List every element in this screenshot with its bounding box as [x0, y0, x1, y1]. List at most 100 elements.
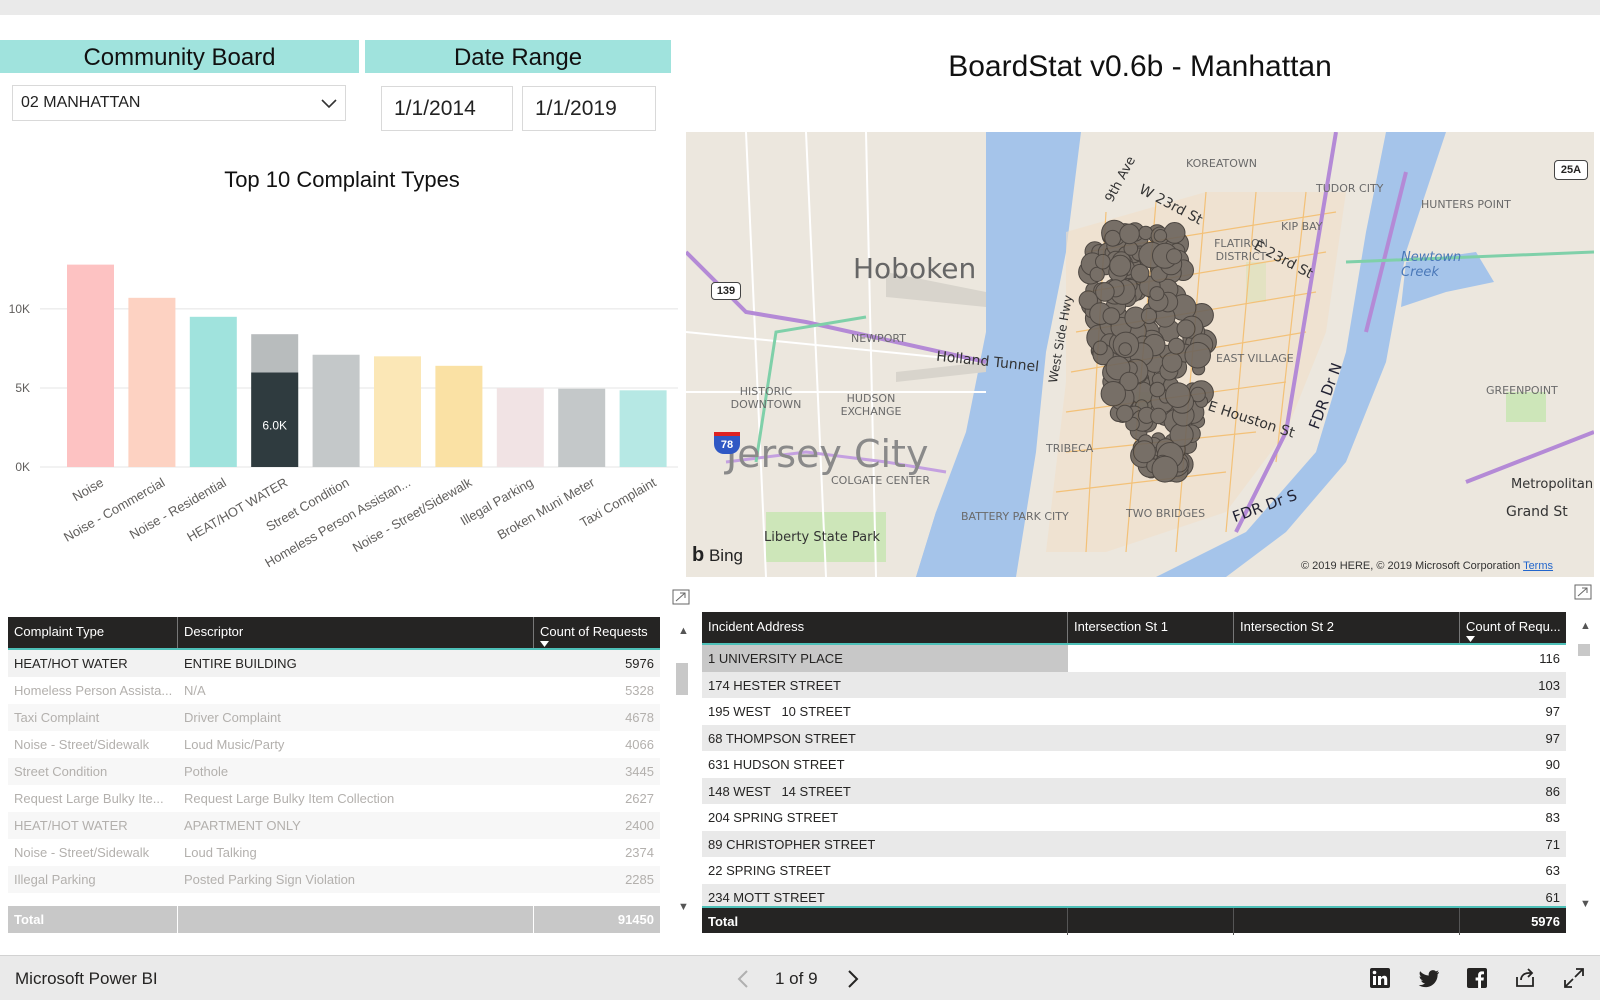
- table-row[interactable]: 89 CHRISTOPHER STREET 71: [702, 830, 1566, 858]
- right-table-scrollbar[interactable]: ▲ ▼: [1578, 620, 1591, 912]
- cell-count: 103: [1538, 677, 1560, 693]
- table-row[interactable]: Request Large Bulky Ite... Request Large …: [8, 785, 660, 812]
- scroll-thumb[interactable]: [676, 663, 688, 695]
- map-label-hudson-exchange: HUDSON EXCHANGE: [840, 392, 902, 418]
- map-bubble[interactable]: [1100, 381, 1126, 407]
- bar[interactable]: [496, 387, 544, 467]
- column-header-intersection-1[interactable]: Intersection St 1: [1068, 612, 1234, 643]
- table-row[interactable]: 174 HESTER STREET 103: [702, 671, 1566, 699]
- next-page-icon[interactable]: [846, 969, 860, 989]
- date-end-input[interactable]: 1/1/2019: [522, 86, 656, 131]
- bar[interactable]: [189, 316, 237, 467]
- map-bubble[interactable]: [1116, 404, 1134, 423]
- map-bubble[interactable]: [1151, 455, 1179, 483]
- community-board-dropdown[interactable]: 02 MANHATTAN: [12, 85, 346, 121]
- focus-mode-icon[interactable]: [672, 589, 690, 605]
- column-header-count[interactable]: Count of Requests: [534, 617, 660, 648]
- map-bubble[interactable]: [1132, 440, 1156, 464]
- cell-count: 2400: [625, 818, 654, 833]
- scroll-thumb[interactable]: [1578, 644, 1590, 656]
- map-bubble[interactable]: [1118, 342, 1133, 356]
- bar[interactable]: [67, 264, 114, 467]
- map-bubble[interactable]: [1184, 341, 1212, 369]
- map-bubble[interactable]: [1095, 282, 1115, 302]
- map-bubble[interactable]: [1165, 382, 1191, 409]
- table-row[interactable]: 631 HUDSON STREET 90: [702, 751, 1566, 778]
- share-icon[interactable]: [1514, 967, 1536, 989]
- bar[interactable]: [619, 390, 667, 467]
- facebook-icon[interactable]: [1466, 967, 1488, 989]
- map-bubble[interactable]: [1153, 229, 1168, 243]
- left-table-scrollbar[interactable]: ▲ ▼: [676, 625, 689, 915]
- table-row[interactable]: HEAT/HOT WATER ENTIRE BUILDING 5976: [8, 650, 660, 677]
- power-bi-brand[interactable]: Microsoft Power BI: [15, 969, 158, 989]
- map-bubble[interactable]: [1095, 253, 1111, 270]
- fullscreen-icon[interactable]: [1563, 967, 1585, 989]
- map-bubble[interactable]: [1104, 229, 1122, 247]
- table-row[interactable]: HEAT/HOT WATER APARTMENT ONLY 2400: [8, 812, 660, 839]
- bar[interactable]: [435, 365, 483, 467]
- table-row[interactable]: Street Condition Pothole 3445: [8, 758, 660, 785]
- page-indicator: 1 of 9: [775, 969, 818, 988]
- date-start-input[interactable]: 1/1/2014: [381, 86, 513, 131]
- map-bubble[interactable]: [1150, 407, 1167, 425]
- map-bubble[interactable]: [1140, 307, 1158, 325]
- map-bubble[interactable]: [1149, 381, 1166, 398]
- column-header-intersection-2[interactable]: Intersection St 2: [1234, 612, 1460, 643]
- x-tick-label: HEAT/HOT WATER: [184, 475, 290, 545]
- total-empty-cell: [1068, 908, 1234, 935]
- table-row[interactable]: 22 SPRING STREET 63: [702, 857, 1566, 884]
- column-header-count-label: Count of Requests: [540, 624, 648, 639]
- map-terms-link[interactable]: Terms: [1523, 560, 1553, 572]
- column-header-complaint-type[interactable]: Complaint Type: [8, 617, 178, 648]
- map-label-kip-bay: KIP BAY: [1281, 220, 1323, 233]
- cell-complaint-type: Taxi Complaint: [14, 710, 100, 725]
- complaint-map[interactable]: Hoboken Jersey City Holland Tunnel NEWPO…: [686, 132, 1594, 577]
- map-bubble[interactable]: [1168, 337, 1185, 355]
- scroll-down-arrow-icon[interactable]: ▼: [1580, 898, 1591, 910]
- map-bubble[interactable]: [1130, 263, 1150, 283]
- scroll-down-arrow-icon[interactable]: ▼: [678, 901, 689, 913]
- table-row[interactable]: 68 THOMPSON STREET 97: [702, 724, 1566, 752]
- bar[interactable]: [312, 354, 360, 467]
- map-bubble[interactable]: [1092, 340, 1108, 356]
- table-row[interactable]: 204 SPRING STREET 83: [702, 804, 1566, 831]
- cell-count: 5328: [625, 683, 654, 698]
- cell-count: 4678: [625, 710, 654, 725]
- table-row[interactable]: 1 UNIVERSITY PLACE 116: [702, 645, 1566, 672]
- map-bubble[interactable]: [1163, 222, 1186, 244]
- column-header-descriptor[interactable]: Descriptor: [178, 617, 534, 648]
- map-bubble[interactable]: [1166, 248, 1183, 265]
- bar[interactable]: [374, 356, 421, 467]
- column-header-incident-address[interactable]: Incident Address: [702, 612, 1068, 643]
- table-row[interactable]: Noise - Street/Sidewalk Loud Music/Party 4…: [8, 731, 660, 758]
- twitter-icon[interactable]: [1418, 967, 1440, 989]
- linkedin-icon[interactable]: [1369, 967, 1391, 989]
- bar[interactable]: [128, 297, 176, 467]
- map-bubble[interactable]: [1149, 286, 1165, 302]
- previous-page-icon[interactable]: [736, 969, 750, 989]
- table-row[interactable]: Noise - Street/Sidewalk Loud Talking 2374: [8, 839, 660, 866]
- focus-mode-icon[interactable]: [1574, 584, 1592, 600]
- map-label-koreatown: KOREATOWN: [1186, 157, 1258, 170]
- sort-descending-icon: [540, 641, 549, 647]
- route-shield-139: 139: [711, 282, 741, 300]
- cell-descriptor: Driver Complaint: [184, 710, 281, 725]
- table-row[interactable]: Illegal Parking Posted Parking Sign Viola…: [8, 866, 660, 893]
- cell-incident-address: 204 SPRING STREET: [708, 810, 839, 825]
- bar[interactable]: [558, 388, 606, 467]
- map-bubble[interactable]: [1176, 319, 1196, 339]
- map-bubble[interactable]: [1119, 223, 1140, 245]
- map-bubble[interactable]: [1109, 254, 1132, 277]
- y-tick-label: 0K: [15, 460, 30, 474]
- table-row[interactable]: 148 WEST 14 STREET 86: [702, 777, 1566, 805]
- table-row[interactable]: Homeless Person Assista... N/A 5328: [8, 677, 660, 704]
- scroll-up-arrow-icon[interactable]: ▲: [678, 625, 689, 637]
- scroll-up-arrow-icon[interactable]: ▲: [1580, 620, 1591, 632]
- map-bubble[interactable]: [1138, 225, 1153, 241]
- map-bubble[interactable]: [1102, 307, 1121, 325]
- table-row[interactable]: Taxi Complaint Driver Complaint 4678: [8, 704, 660, 731]
- table-row[interactable]: 195 WEST 10 STREET 97: [702, 698, 1566, 725]
- map-bubble[interactable]: [1161, 352, 1183, 373]
- column-header-count[interactable]: Count of Requ...: [1460, 612, 1566, 643]
